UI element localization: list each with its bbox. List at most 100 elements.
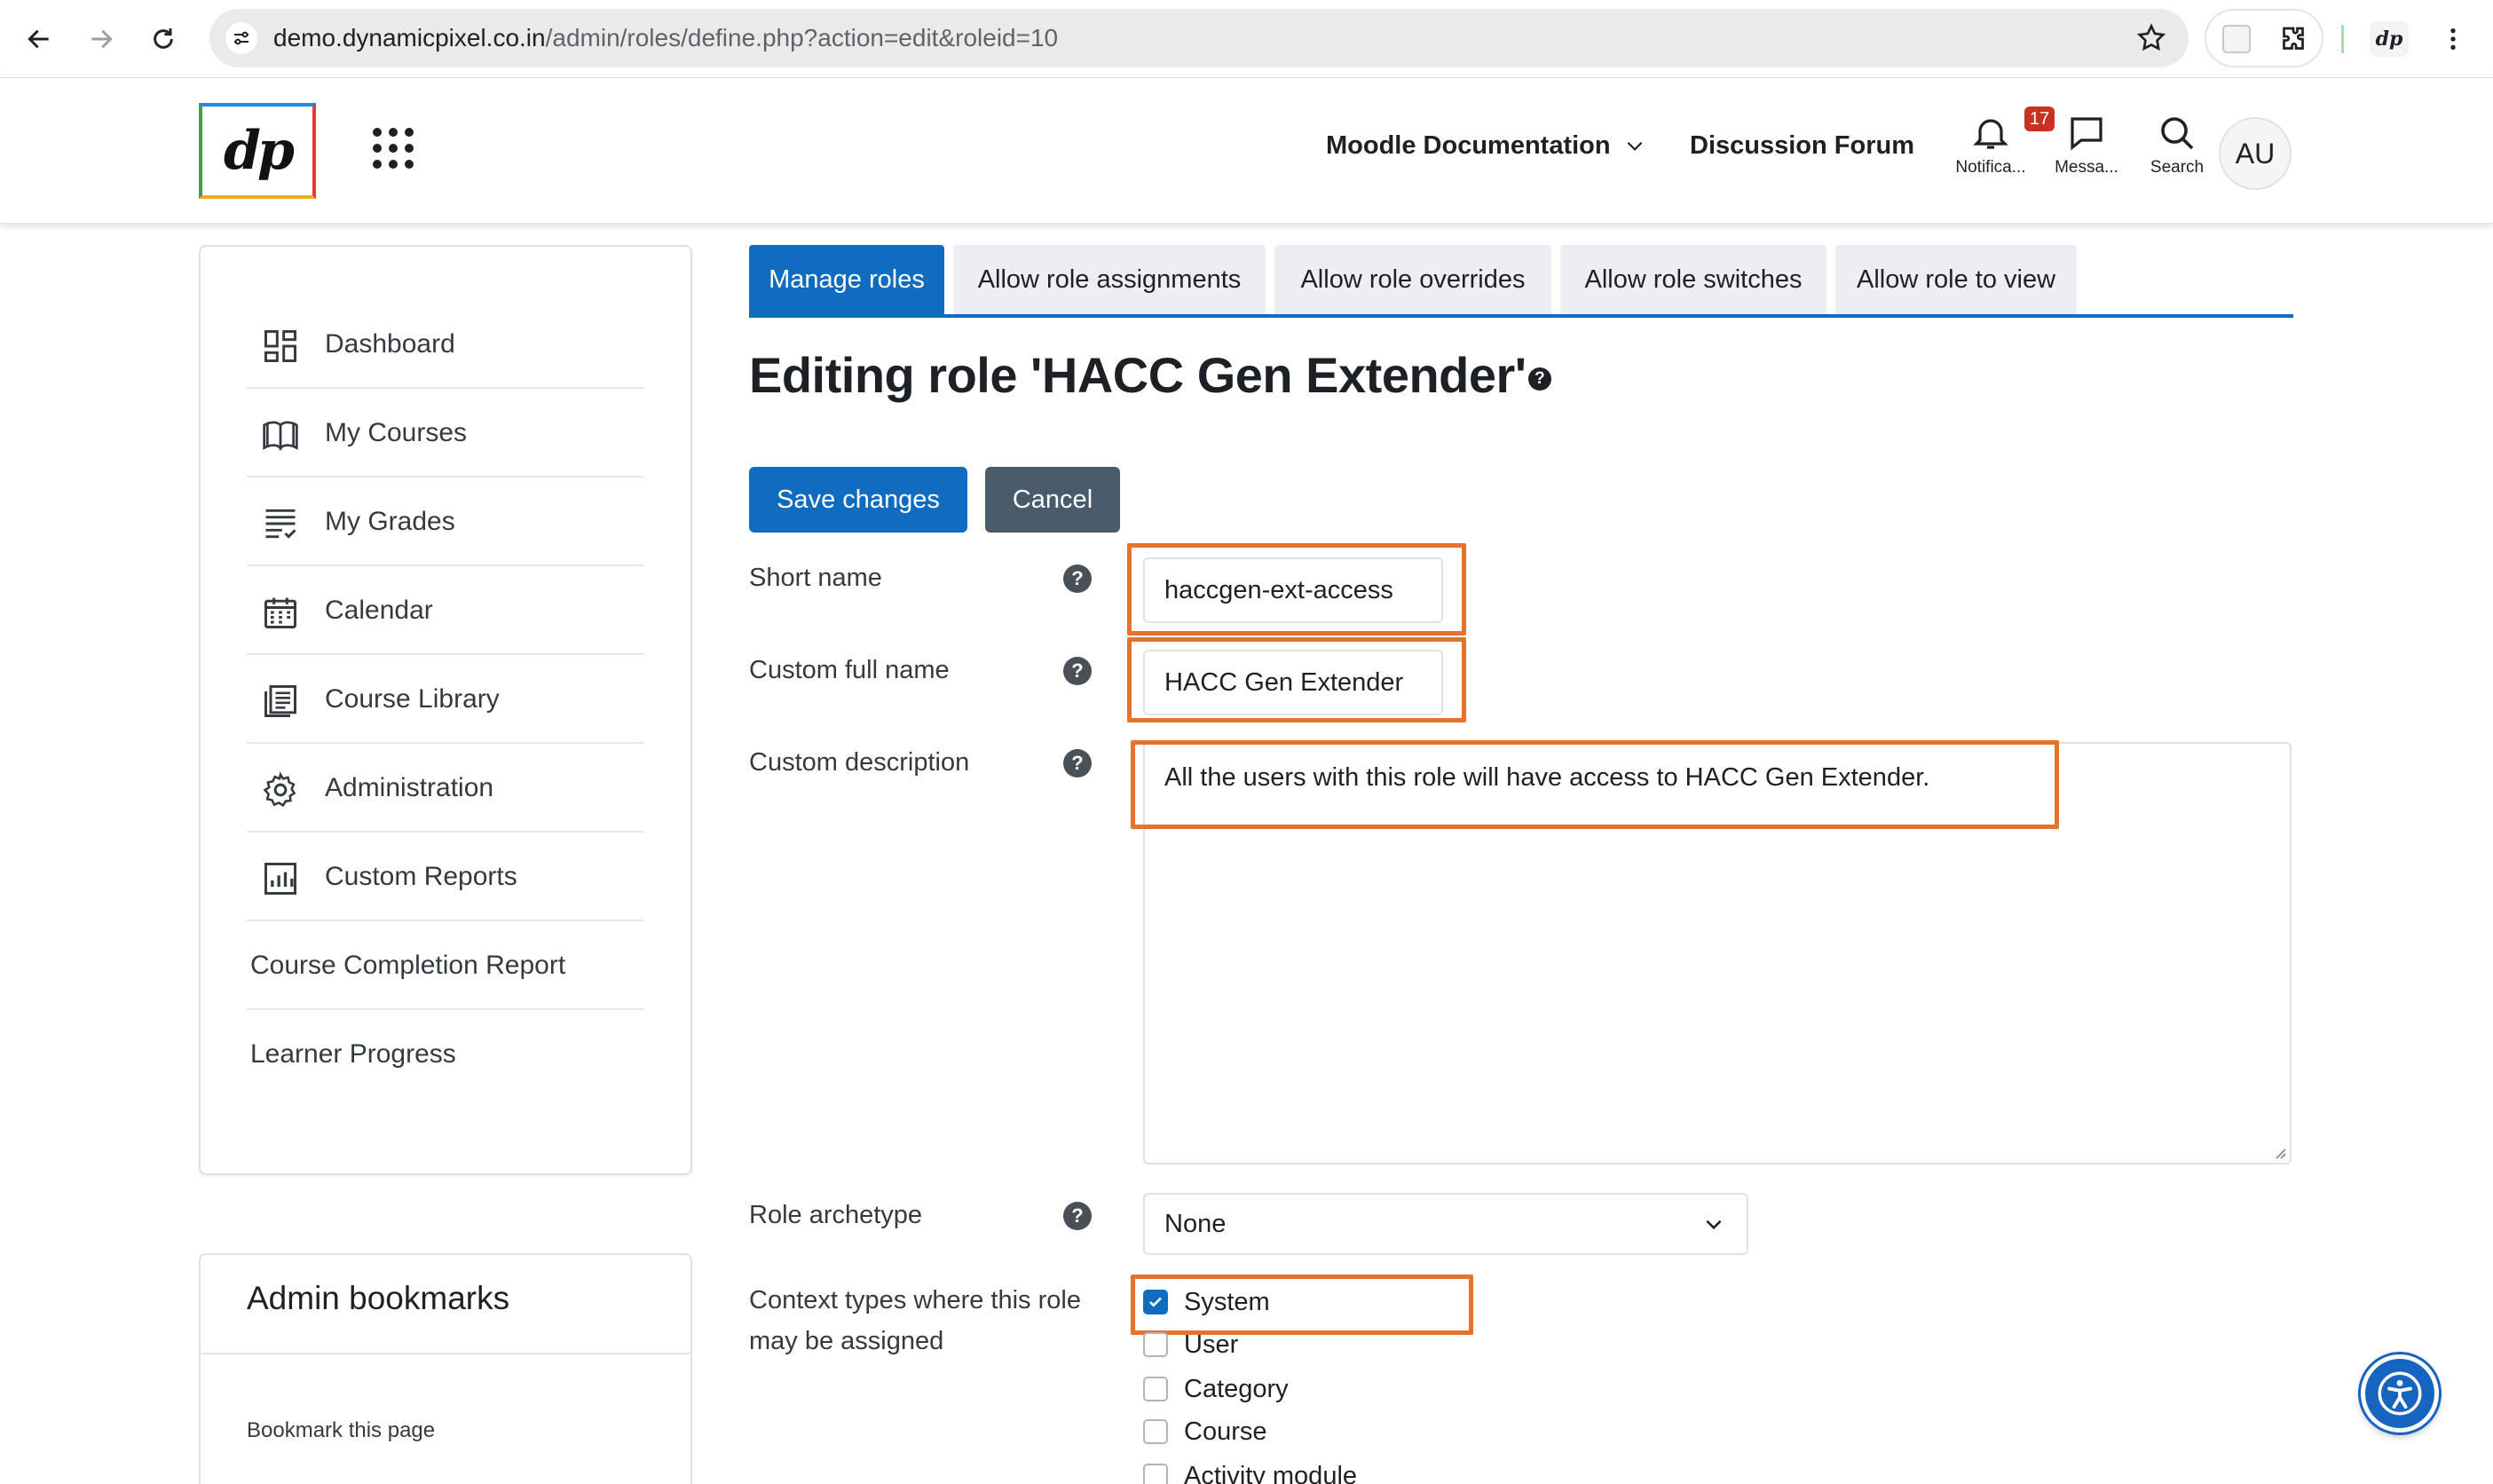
checkbox-label: Category: [1184, 1375, 1289, 1403]
sidebar-item-label: Learner Progress: [250, 1039, 456, 1069]
back-button[interactable]: [20, 20, 59, 59]
archetype-selected-value: None: [1164, 1210, 1227, 1238]
annotation-highlight-box: [1127, 543, 1466, 635]
full-name-help-icon[interactable]: ?: [1063, 657, 1092, 685]
sidebar-item-label: Course Library: [325, 684, 500, 714]
bell-icon: [1973, 119, 2008, 149]
annotation-highlight-box: [1131, 1275, 1473, 1335]
context-types-label-line2: may be assigned: [749, 1327, 944, 1355]
admin-bookmarks-title: Admin bookmarks: [247, 1280, 510, 1316]
address-bar[interactable]: demo.dynamicpixel.co.in/admin/roles/defi…: [209, 9, 2189, 67]
bookmark-this-page-link[interactable]: Bookmark this page: [247, 1418, 435, 1443]
url-text: demo.dynamicpixel.co.in/admin/roles/defi…: [273, 24, 1059, 51]
short-name-help-icon[interactable]: ?: [1063, 564, 1092, 593]
archetype-select[interactable]: None: [1143, 1193, 1748, 1255]
book-icon: [261, 415, 300, 454]
bookmark-star-icon[interactable]: [2135, 22, 2167, 54]
search-label: Search: [2150, 158, 2205, 177]
messages-button[interactable]: Messa...: [2038, 112, 2135, 178]
sidebar-item-administration[interactable]: Administration: [247, 744, 644, 833]
sidebar-item-label: Calendar: [325, 596, 433, 625]
resize-handle-icon[interactable]: [2272, 1145, 2286, 1159]
grades-icon: [261, 504, 300, 543]
full-name-label: Custom full name: [749, 656, 950, 684]
puzzle-icon[interactable]: [2277, 23, 2309, 55]
archetype-help-icon[interactable]: ?: [1063, 1202, 1092, 1230]
notifications-label: Notifica...: [1955, 158, 2026, 177]
description-help-icon[interactable]: ?: [1063, 749, 1092, 778]
description-label: Custom description: [749, 748, 970, 777]
short-name-label: Short name: [749, 564, 882, 592]
checkbox[interactable]: [1143, 1332, 1168, 1357]
chevron-down-icon: [1627, 141, 1643, 151]
tab-allow-role-overrides[interactable]: Allow role overrides: [1274, 245, 1551, 314]
browser-toolbar: demo.dynamicpixel.co.in/admin/roles/defi…: [0, 0, 2493, 78]
forward-arrow-icon: [91, 29, 113, 49]
archetype-label: Role archetype: [749, 1201, 923, 1229]
profile-button[interactable]: dp: [2370, 21, 2409, 57]
calendar-icon: [261, 593, 300, 632]
report-icon: [261, 859, 300, 898]
page-title-text: Editing role 'HACC Gen Extender': [749, 347, 1527, 403]
extension-icon[interactable]: [2222, 25, 2251, 53]
help-icon[interactable]: ?: [1527, 367, 1551, 391]
sidebar-item-calendar[interactable]: Calendar: [247, 566, 644, 655]
cancel-button[interactable]: Cancel: [985, 467, 1120, 533]
context-types-label: Context types where this role may be ass…: [749, 1280, 1081, 1362]
accessibility-icon: [2378, 1371, 2422, 1416]
search-button[interactable]: Search: [2128, 112, 2226, 178]
reload-button[interactable]: [144, 20, 183, 59]
checkbox-label: Activity module: [1184, 1462, 1358, 1484]
library-icon: [261, 682, 300, 721]
discussion-forum-link[interactable]: Discussion Forum: [1690, 131, 1914, 161]
notifications-button[interactable]: 17 Notifica...: [1942, 107, 2055, 178]
admin-bookmarks-block: Admin bookmarks Bookmark this page: [199, 1253, 692, 1484]
sidebar-item-my-grades[interactable]: My Grades: [247, 478, 644, 566]
divider: [201, 1353, 690, 1354]
gear-icon: [261, 770, 300, 809]
reload-icon: [154, 28, 173, 49]
site-header: dp Moodle Documentation Discussion Forum…: [0, 78, 2493, 224]
checkbox-label: Course: [1184, 1417, 1267, 1446]
sidebar-item-label: Custom Reports: [325, 862, 517, 891]
sidebar-item-label: Administration: [325, 773, 494, 802]
moodle-documentation-menu[interactable]: Moodle Documentation: [1326, 131, 1646, 161]
browser-menu-icon[interactable]: [2435, 21, 2471, 57]
checkbox[interactable]: [1143, 1464, 1168, 1484]
search-icon: [2161, 117, 2194, 150]
site-logo[interactable]: dp: [199, 103, 316, 199]
tab-manage-roles[interactable]: Manage roles: [749, 245, 944, 314]
user-avatar[interactable]: AU: [2219, 117, 2292, 190]
sidebar-nav: Dashboard My Courses My Grades Calendar …: [199, 245, 692, 1175]
site-info-icon[interactable]: [225, 22, 257, 54]
checkbox-label: User: [1184, 1330, 1239, 1359]
chevron-down-icon: [1706, 1220, 1722, 1230]
sidebar-item-custom-reports[interactable]: Custom Reports: [247, 833, 644, 921]
tab-allow-role-switches[interactable]: Allow role switches: [1560, 245, 1826, 314]
tab-allow-role-assignments[interactable]: Allow role assignments: [953, 245, 1266, 314]
checkbox[interactable]: [1143, 1377, 1168, 1401]
tab-allow-role-to-view[interactable]: Allow role to view: [1835, 245, 2077, 314]
page-title: Editing role 'HACC Gen Extender'?: [749, 346, 1551, 404]
role-tabs: Manage roles Allow role assignments Allo…: [749, 245, 2293, 318]
messages-label: Messa...: [2055, 158, 2118, 177]
dashboard-icon: [261, 327, 300, 366]
sidebar-item-label: Course Completion Report: [250, 951, 566, 980]
sidebar-item-learner-progress[interactable]: Learner Progress: [247, 1010, 644, 1099]
sidebar-item-my-courses[interactable]: My Courses: [247, 389, 644, 478]
sidebar-item-dashboard[interactable]: Dashboard: [247, 300, 644, 389]
annotation-highlight-box: [1127, 637, 1466, 722]
app-grid-icon[interactable]: [373, 128, 414, 169]
save-changes-button[interactable]: Save changes: [749, 467, 967, 533]
accessibility-button[interactable]: [2361, 1354, 2439, 1433]
message-icon: [2071, 117, 2102, 151]
sidebar-item-course-library[interactable]: Course Library: [247, 655, 644, 744]
back-arrow-icon: [28, 29, 49, 49]
sidebar-item-label: My Grades: [325, 507, 455, 536]
annotation-highlight-box: [1131, 740, 2059, 829]
forward-button[interactable]: [82, 20, 121, 59]
extensions-group: [2205, 9, 2323, 67]
sidebar-item-label: Dashboard: [325, 329, 455, 359]
sidebar-item-course-completion-report[interactable]: Course Completion Report: [247, 921, 644, 1010]
checkbox[interactable]: [1143, 1419, 1168, 1444]
